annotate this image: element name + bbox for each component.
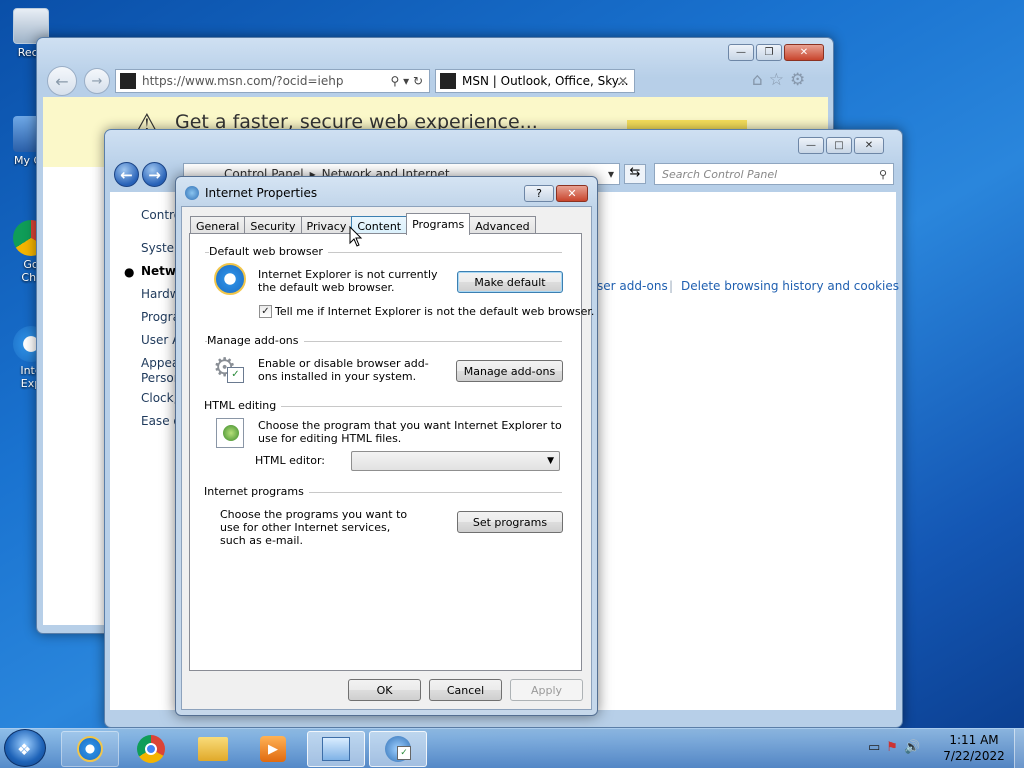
chrome-icon — [137, 735, 165, 763]
clock-date: 7/22/2022 — [943, 749, 1005, 763]
gear-icon[interactable]: ⚙ — [790, 70, 811, 90]
close-icon[interactable]: ✕ — [556, 185, 588, 202]
search-icon[interactable]: ⚲ — [879, 168, 887, 181]
ie-address-bar[interactable]: https://www.msn.com/?ocid=iehp ⚲ ▾ ↻ — [115, 69, 430, 93]
close-tab-icon[interactable]: ✕ — [618, 74, 628, 88]
maximize-icon[interactable]: □ — [826, 137, 852, 154]
make-default-button[interactable]: Make default — [457, 271, 563, 293]
notify-default-label: Tell me if Internet Explorer is not the … — [275, 305, 595, 318]
refresh-icon[interactable]: ⇆ — [624, 164, 646, 184]
taskbar-media-player[interactable]: ▶ — [244, 731, 302, 767]
group-title-html-editing: HTML editing — [204, 399, 282, 412]
sidebar-item[interactable]: Hardw — [141, 287, 180, 301]
cp-caption-buttons: — □ ✕ — [798, 137, 884, 154]
taskbar-internet-explorer[interactable] — [61, 731, 119, 767]
group-title-addons: Manage add-ons — [207, 334, 304, 347]
html-editing-text: Choose the program that you want Interne… — [258, 419, 562, 445]
bullet-icon: ● — [124, 265, 135, 279]
restore-icon[interactable]: ❐ — [756, 44, 782, 61]
show-desktop-button[interactable] — [1014, 729, 1024, 768]
forward-icon[interactable]: → — [84, 68, 110, 94]
help-button[interactable]: ? — [524, 185, 554, 202]
clock-time: 1:11 AM — [949, 733, 999, 747]
ie-toolbar-icons: ⌂☆⚙ — [752, 70, 811, 90]
cancel-button[interactable]: Cancel — [429, 679, 502, 701]
control-panel-icon — [322, 737, 350, 761]
ie-caption-buttons: — ❐ ✕ — [728, 44, 824, 61]
back-icon[interactable]: ← — [114, 162, 139, 187]
ok-button[interactable]: OK — [348, 679, 421, 701]
action-center-icon[interactable]: ⚑ — [886, 740, 904, 755]
chevron-down-icon: ▼ — [547, 456, 554, 466]
system-tray: ▭⚑🔊 — [868, 740, 926, 755]
sidebar-item[interactable]: Appea — [141, 356, 179, 370]
manage-addons-link[interactable]: ser add-ons — [597, 279, 668, 293]
html-editor-label: HTML editor: — [255, 454, 325, 467]
chevron-down-icon[interactable]: ▾ — [608, 167, 614, 181]
taskbar-chrome[interactable] — [122, 731, 180, 767]
sidebar-item[interactable]: Clock, — [141, 391, 177, 405]
favorites-icon[interactable]: ☆ — [769, 70, 790, 90]
folder-icon — [198, 737, 228, 761]
internet-explorer-icon — [214, 263, 246, 295]
minimize-icon[interactable]: — — [728, 44, 754, 61]
internet-programs-text: Choose the programs you want to use for … — [220, 508, 408, 547]
clock[interactable]: 1:11 AM 7/22/2022 — [940, 732, 1008, 764]
minimize-icon[interactable]: — — [798, 137, 824, 154]
notify-default-checkbox[interactable]: ✓ — [259, 305, 272, 318]
media-player-icon: ▶ — [260, 736, 286, 762]
network-icon[interactable]: ▭ — [868, 740, 886, 755]
apply-button[interactable]: Apply — [510, 679, 583, 701]
close-icon[interactable]: ✕ — [854, 137, 884, 154]
taskbar-explorer[interactable] — [184, 731, 242, 767]
group-title-default-browser: Default web browser — [209, 245, 328, 258]
search-refresh-icon[interactable]: ⚲ ▾ ↻ — [391, 74, 424, 88]
home-icon[interactable]: ⌂ — [752, 70, 769, 90]
group-title-internet-programs: Internet programs — [204, 485, 309, 498]
address-text: https://www.msn.com/?ocid=iehp — [142, 74, 344, 88]
forward-icon[interactable]: → — [142, 162, 167, 187]
set-programs-button[interactable]: Set programs — [457, 511, 563, 533]
ie-tab[interactable]: MSN | Outlook, Office, Sky... ✕ — [435, 69, 635, 93]
delete-history-link[interactable]: Delete browsing history and cookies — [681, 279, 899, 293]
internet-options-icon — [185, 186, 199, 200]
start-button[interactable]: ❖ — [4, 729, 46, 767]
taskbar-internet-properties[interactable]: ✓ — [369, 731, 427, 767]
tab-programs[interactable]: Programs — [406, 213, 471, 235]
taskbar-control-panel[interactable] — [307, 731, 365, 767]
manage-addons-button[interactable]: Manage add-ons — [456, 360, 563, 382]
dialog-title: Internet Properties — [205, 186, 318, 200]
html-editor-select[interactable]: ▼ — [351, 451, 560, 471]
close-icon[interactable]: ✕ — [784, 44, 824, 61]
search-placeholder: Search Control Panel — [662, 167, 778, 181]
internet-explorer-icon — [77, 736, 103, 762]
back-icon[interactable]: ← — [47, 66, 77, 96]
addons-gear-icon: ⚙ ✓ — [213, 353, 245, 385]
windows-logo-icon: ❖ — [17, 740, 32, 759]
search-input[interactable]: Search Control Panel ⚲ — [654, 163, 894, 185]
link-separator: | — [669, 279, 674, 293]
tab-title: MSN | Outlook, Office, Sky... — [462, 74, 629, 88]
default-browser-text: Internet Explorer is not currently the d… — [258, 268, 438, 294]
msn-favicon-icon — [440, 73, 456, 89]
addons-text: Enable or disable browser add-ons instal… — [258, 357, 429, 383]
internet-options-icon: ✓ — [385, 736, 411, 762]
mouse-cursor-icon — [349, 226, 363, 247]
html-editor-icon — [216, 418, 244, 448]
volume-icon[interactable]: 🔊 — [904, 740, 926, 755]
msn-favicon-icon — [120, 73, 136, 89]
